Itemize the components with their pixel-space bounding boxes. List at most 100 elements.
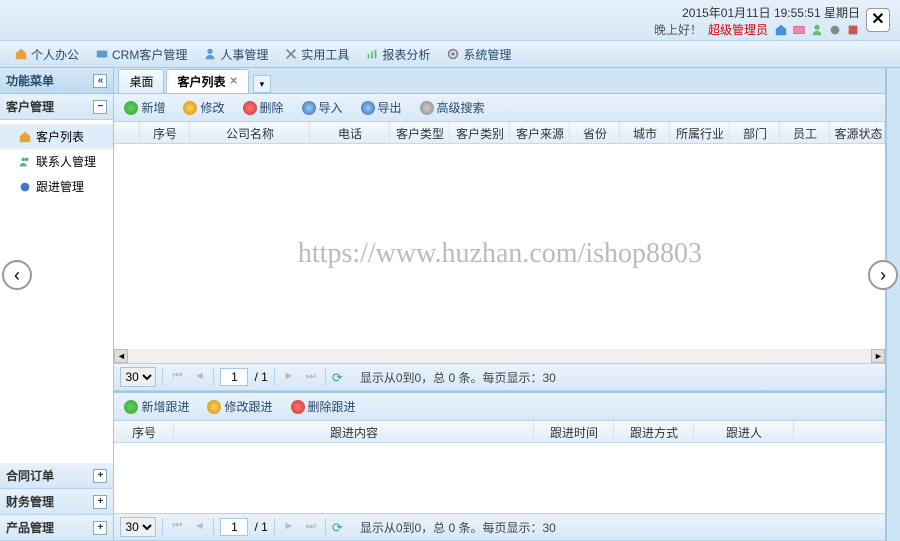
toolbar-button[interactable]: 删除 (239, 97, 288, 118)
toolbar-label: 新增跟进 (141, 398, 189, 415)
toolbar-label: 删除跟进 (308, 398, 356, 415)
toolbar-button[interactable]: 修改跟进 (203, 396, 276, 417)
first-page-button[interactable]: ⏮ (169, 519, 185, 535)
column-header[interactable]: 跟进方式 (614, 421, 694, 442)
next-page-button[interactable]: ► (281, 369, 297, 385)
prev-page-button[interactable]: ◄ (191, 519, 207, 535)
tab[interactable]: 桌面 (118, 69, 164, 93)
page-total: / 1 (254, 370, 267, 384)
toolbar-button[interactable]: 高级搜索 (416, 97, 489, 118)
tab-label: 客户列表 (177, 73, 225, 90)
separator (213, 368, 214, 386)
scroll-right-button[interactable]: ► (871, 349, 885, 363)
prev-page-button[interactable]: ◄ (191, 369, 207, 385)
sidebar-section-label: 客户管理 (6, 98, 54, 115)
toolbar-button[interactable]: 新增 (120, 97, 169, 118)
tree-item[interactable]: 客户列表 (0, 124, 113, 149)
column-header[interactable]: 电话 (310, 122, 390, 143)
menu-sys[interactable]: 系统管理 (438, 43, 519, 66)
expand-button[interactable]: + (93, 495, 107, 509)
hr-icon (203, 47, 217, 61)
right-strip[interactable] (886, 68, 900, 541)
column-header[interactable]: 省份 (570, 122, 620, 143)
page-input[interactable] (220, 368, 248, 386)
pagesize-select[interactable]: 30 (120, 367, 156, 387)
column-header[interactable]: 跟进时间 (534, 421, 614, 442)
grid-main-header: 序号公司名称电话客户类型客户类别客户来源省份城市所属行业部门员工客源状态 (114, 122, 885, 144)
page-input[interactable] (220, 518, 248, 536)
column-header[interactable]: 所属行业 (670, 122, 730, 143)
ic-del-icon (291, 400, 305, 414)
tree-item-label: 客户列表 (36, 128, 84, 145)
mail-icon[interactable] (792, 23, 806, 37)
column-header[interactable]: 客源状态 (830, 122, 885, 143)
first-page-button[interactable]: ⏮ (169, 369, 185, 385)
column-header[interactable] (114, 122, 140, 143)
sys-icon (446, 47, 460, 61)
menu-report[interactable]: 报表分析 (357, 43, 438, 66)
toolbar-button[interactable]: 导出 (357, 97, 406, 118)
tree-item[interactable]: 联系人管理 (0, 149, 113, 174)
sidebar-section[interactable]: 财务管理+ (0, 489, 113, 515)
menu-home[interactable]: 个人办公 (6, 43, 87, 66)
grid-follow-header: 序号跟进内容跟进时间跟进方式跟进人 (114, 421, 885, 443)
column-header[interactable]: 客户来源 (510, 122, 570, 143)
separator (325, 368, 326, 386)
next-page-button[interactable]: ► (281, 519, 297, 535)
column-header[interactable]: 跟进内容 (174, 421, 534, 442)
menu-label: CRM客户管理 (112, 46, 187, 63)
column-header[interactable]: 客户类别 (450, 122, 510, 143)
tree-item[interactable]: 跟进管理 (0, 174, 113, 199)
sidebar: 功能菜单 « 客户管理 − 客户列表联系人管理跟进管理 合同订单+财务管理+产品… (0, 68, 114, 541)
last-page-button[interactable]: ⏭ (303, 369, 319, 385)
menu-label: 人事管理 (220, 46, 268, 63)
tab-dropdown-button[interactable]: ▾ (253, 75, 271, 93)
sidebar-section[interactable]: 产品管理+ (0, 515, 113, 541)
tabstrip: 桌面客户列表 ✕ ▾ (114, 68, 885, 94)
column-header[interactable]: 城市 (620, 122, 670, 143)
sidebar-section[interactable]: 合同订单+ (0, 463, 113, 489)
refresh-icon[interactable]: ⟳ (332, 520, 346, 534)
toolbar-button[interactable]: 导入 (298, 97, 347, 118)
menu-label: 报表分析 (382, 46, 430, 63)
grid-main-scrollbar[interactable]: ◄ ► (114, 349, 885, 363)
admin-name: 超级管理员 (708, 21, 768, 38)
column-header[interactable]: 部门 (730, 122, 780, 143)
grid-follow-body (114, 443, 885, 513)
column-header[interactable]: 客户类型 (390, 122, 450, 143)
toolbar-label: 导出 (378, 99, 402, 116)
nav-prev-button[interactable]: ‹ (2, 260, 32, 290)
last-page-button[interactable]: ⏭ (303, 519, 319, 535)
nav-next-button[interactable]: › (868, 260, 898, 290)
column-header[interactable]: 员工 (780, 122, 830, 143)
home-icon[interactable] (774, 23, 788, 37)
pagesize-select[interactable]: 30 (120, 517, 156, 537)
close-button[interactable]: ✕ (866, 8, 890, 32)
menu-hr[interactable]: 人事管理 (195, 43, 276, 66)
toolbar-label: 导入 (319, 99, 343, 116)
tab-close-icon[interactable]: ✕ (230, 76, 238, 87)
sidebar-section-customer[interactable]: 客户管理 − (0, 94, 113, 120)
menu-crm[interactable]: CRM客户管理 (87, 43, 195, 66)
user-icon[interactable] (810, 23, 824, 37)
toolbar-button[interactable]: 新增跟进 (120, 396, 193, 417)
expand-button[interactable]: + (93, 521, 107, 535)
expand-button[interactable]: + (93, 469, 107, 483)
tab[interactable]: 客户列表 ✕ (166, 69, 248, 93)
column-header[interactable]: 序号 (114, 421, 174, 442)
column-header[interactable]: 公司名称 (190, 122, 310, 143)
toolbar-label: 修改跟进 (224, 398, 272, 415)
toolbar-button[interactable]: 删除跟进 (287, 396, 360, 417)
refresh-icon[interactable]: ⟳ (332, 370, 346, 384)
collapse-section-button[interactable]: − (93, 100, 107, 114)
column-header[interactable]: 序号 (140, 122, 190, 143)
column-header[interactable]: 跟进人 (694, 421, 794, 442)
scroll-left-button[interactable]: ◄ (114, 349, 128, 363)
collapse-sidebar-button[interactable]: « (93, 74, 107, 88)
datetime: 2015年01月11日 19:55:51 星期日 (682, 4, 860, 21)
exit-icon[interactable] (846, 23, 860, 37)
menu-tool[interactable]: 实用工具 (276, 43, 357, 66)
gear-icon[interactable] (828, 23, 842, 37)
ic-search-icon (420, 101, 434, 115)
toolbar-button[interactable]: 修改 (179, 97, 228, 118)
